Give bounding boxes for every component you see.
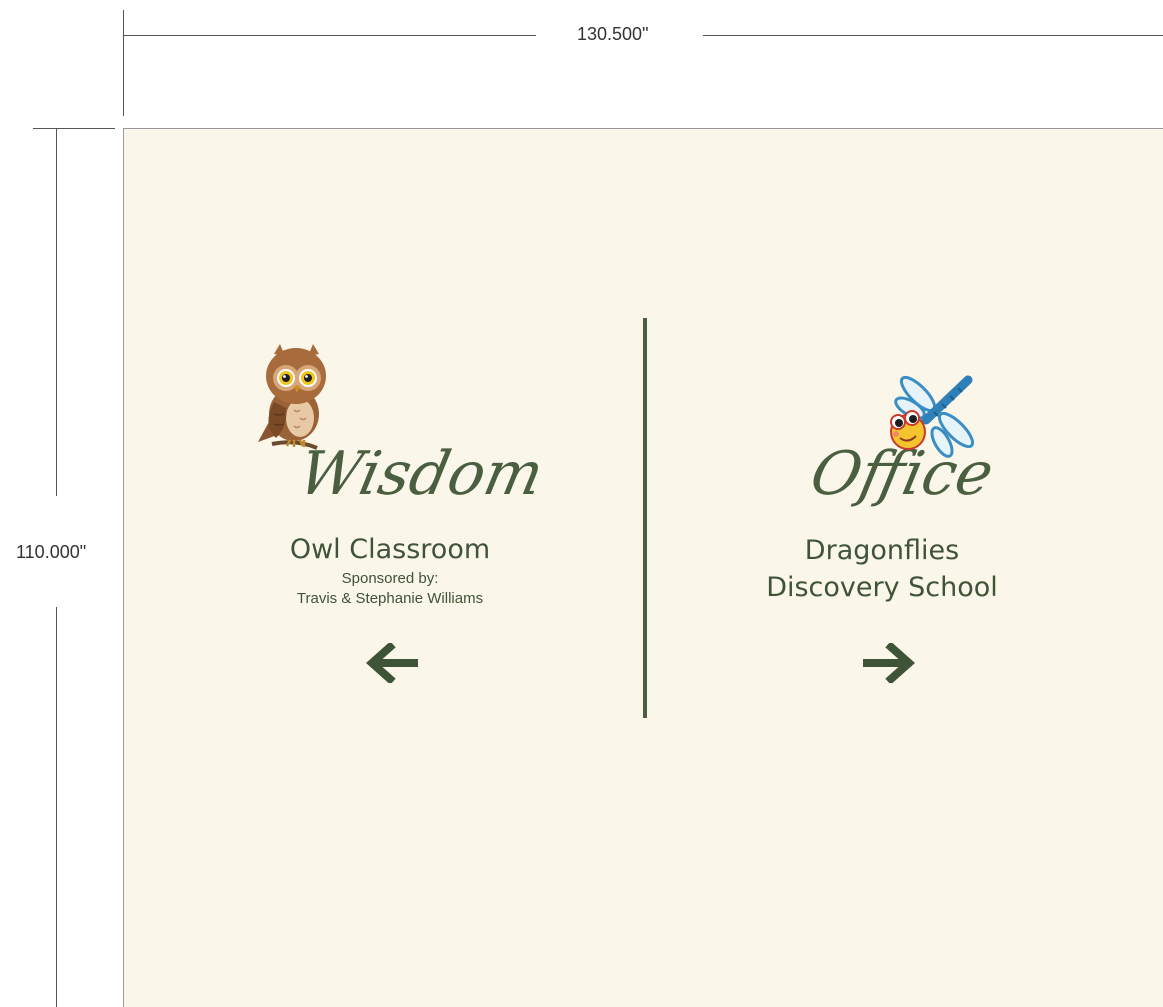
center-divider [643, 318, 647, 718]
arrow-left-icon [366, 643, 418, 683]
sponsor-names: Travis & Stephanie Williams [296, 590, 484, 607]
dragonflies-title-line2: Discovery School [766, 572, 998, 603]
height-dim-extension-top [33, 128, 115, 129]
height-dim-line-bottom [56, 607, 57, 1007]
wisdom-script-text: Wisdom [292, 439, 550, 509]
owl-classroom-title: Owl Classroom [289, 534, 491, 565]
width-dim-line-left [123, 35, 536, 36]
arrow-right-icon [863, 643, 915, 683]
dragonflies-title-line1: Dragonflies [804, 535, 960, 566]
dragonfly-icon [890, 375, 975, 458]
owl-icon [258, 344, 326, 450]
width-dim-extension-left [123, 10, 124, 116]
height-dim-line-top [56, 128, 57, 496]
width-dimension-label: 130.500" [577, 24, 649, 45]
width-dim-line-right [703, 35, 1163, 36]
sponsor-label: Sponsored by: [341, 570, 439, 587]
height-dimension-label: 110.000" [16, 542, 87, 563]
